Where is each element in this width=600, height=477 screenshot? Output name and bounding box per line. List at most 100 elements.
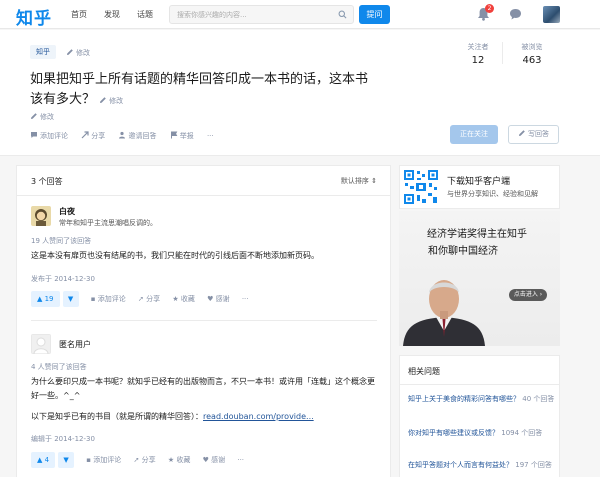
comment-icon: ▪ [86,456,92,464]
answer-count: 3 个回答 [31,177,63,186]
edit-title-link[interactable]: 修改 [99,97,123,105]
search-input[interactable] [170,6,330,23]
followers-stat[interactable]: 关注者 12 [458,42,498,66]
views-stat: 被浏览 463 [512,42,552,66]
share-button[interactable]: ➚ 分享 [138,294,160,304]
share-icon: ➚ [133,456,140,464]
invite-answer-button[interactable]: 邀请回答 [118,131,156,141]
thanks-label: 感谢 [211,456,226,464]
user-avatar[interactable] [543,6,560,23]
economist-photo [403,280,485,346]
write-answer-button[interactable]: 写回答 [508,125,559,144]
ad-banner[interactable]: 经济学诺奖得主在知乎 和你聊中国经济 点击进入 › [399,211,560,346]
comment-button[interactable]: ▪ 添加评论 [91,294,126,304]
share-button[interactable]: ➚ 分享 [134,455,156,465]
answer-content: 为什么要印只成一本书呢？就知乎已经有的出版物而言，不只一本书！或许用「连载」这个… [31,377,375,400]
topic-tag[interactable]: 知乎 [30,45,56,59]
related-question-link[interactable]: 知乎上关于美食的精彩问答有哪些？ [408,395,520,403]
edit-topics-link[interactable]: 修改 [66,48,90,58]
douban-link[interactable]: read.douban.com/provide... [203,412,314,421]
related-divider [400,384,559,385]
share-icon: ➚ [137,295,144,303]
thanks-button[interactable]: ♥ 感谢 [203,455,226,465]
answer-date[interactable]: 发布于 2014-12-30 [31,274,95,284]
app-download-subtitle: 与世界分享知识、经验和见解 [447,190,538,198]
pencil-icon [100,97,106,103]
share-label: 分享 [146,295,161,303]
votes-summary[interactable]: 19 人赞同了该回答 [31,236,91,246]
report-button[interactable]: 举报 [170,131,194,141]
comment-label: 添加评论 [93,456,122,464]
nav-explore[interactable]: 发现 [104,9,120,20]
downvote-button[interactable]: ▼ [62,291,79,307]
pencil-icon [67,49,73,55]
following-button[interactable]: 正在关注 [450,125,498,144]
more-button[interactable]: ··· [207,132,214,140]
thanks-button[interactable]: ♥ 感谢 [207,294,230,304]
favorite-label: 收藏 [176,456,191,464]
share-icon [81,131,89,139]
notification-badge: 2 [485,4,494,13]
answer-item: 匿名用户 4 人赞同了该回答 为什么要印只成一本书呢？就知乎已经有的出版物而言，… [31,334,379,477]
zhihu-logo[interactable]: 知乎 [16,4,52,29]
question-actions: 添加评论 分享 邀请回答 举报 ··· [30,131,225,141]
avatar[interactable] [31,206,51,226]
top-navbar: 知乎 首页 发现 话题 提问 2 [0,0,600,29]
heart-icon: ♥ [207,295,214,303]
favorite-label: 收藏 [180,295,195,303]
thanks-label: 感谢 [215,295,230,303]
share-label: 分享 [141,456,156,464]
votes-summary[interactable]: 4 人赞同了该回答 [31,362,87,372]
message-icon[interactable] [509,8,522,20]
answer-date[interactable]: 编辑于 2014-12-30 [31,434,95,444]
ad-enter-button[interactable]: 点击进入 › [509,289,547,301]
related-questions-title: 相关问题 [408,367,440,376]
more-button[interactable]: ··· [237,456,244,464]
followers-label: 关注者 [467,43,489,51]
nav-home[interactable]: 首页 [71,9,87,20]
app-download-title: 下载知乎客户端 [447,177,511,187]
related-question-link[interactable]: 在知乎答题对个人而言有何益处？ [408,461,513,469]
related-answer-count: 1094 个回答 [501,429,543,437]
anonymous-avatar [31,334,51,354]
followers-count: 12 [471,55,485,66]
favorite-button[interactable]: ★ 收藏 [168,455,191,465]
comment-icon: ▪ [90,295,96,303]
stat-divider [502,42,503,64]
views-count: 463 [522,55,542,66]
add-comment-label: 添加评论 [40,132,68,140]
author-bio: 常年和知乎主流思潮唱反调的。 [59,219,157,227]
question-header: 知乎 修改 如果把知乎上所有话题的精华回答印成一本书的话，这本书该有多大？ 修改… [0,30,600,156]
upvote-button[interactable]: ▲ 4 [31,452,56,468]
comment-button[interactable]: ▪ 添加评论 [86,455,121,465]
author-name: 匿名用户 [59,340,91,349]
pencil-icon [519,130,525,136]
sort-dropdown[interactable]: 默认排序 ⇕ [341,176,377,186]
qr-code-icon [403,169,439,205]
ask-button[interactable]: 提问 [359,5,390,24]
share-label: 分享 [91,132,106,140]
edit-label: 修改 [40,113,54,121]
author-name[interactable]: 白夜 [59,206,75,217]
edit-description-link[interactable]: 修改 [30,112,54,122]
sort-toggle-icon: ⇕ [371,177,377,185]
comment-icon [31,132,37,138]
favorite-button[interactable]: ★ 收藏 [172,294,195,304]
invite-icon [119,131,126,139]
more-button[interactable]: ··· [242,295,249,303]
related-question-link[interactable]: 你对知乎有哪些建议或反馈？ [408,429,499,437]
related-question-item: 在知乎答题对个人而言有何益处？ 197 个回答 [408,460,558,471]
app-download-card[interactable]: 下载知乎客户端 与世界分享知识、经验和见解 [399,165,560,209]
sort-label: 默认排序 [340,177,369,185]
add-comment-button[interactable]: 添加评论 [30,131,68,141]
search-icon[interactable] [338,10,347,19]
answer-item: 白夜 常年和知乎主流思潮唱反调的。 19 人赞同了该回答 这是本没有扉页也没有结… [31,206,379,316]
downvote-button[interactable]: ▼ [58,452,75,468]
star-icon: ★ [172,295,179,303]
share-button[interactable]: 分享 [81,131,105,141]
upvote-button[interactable]: ▲ 19 [31,291,60,307]
related-question-item: 知乎上关于美食的精彩问答有哪些？ 40 个回答 [408,394,558,405]
nav-topics[interactable]: 话题 [137,9,153,20]
invite-answer-label: 邀请回答 [128,132,157,140]
question-title: 如果把知乎上所有话题的精华回答印成一本书的话，这本书该有多大？ 修改 [30,70,370,111]
